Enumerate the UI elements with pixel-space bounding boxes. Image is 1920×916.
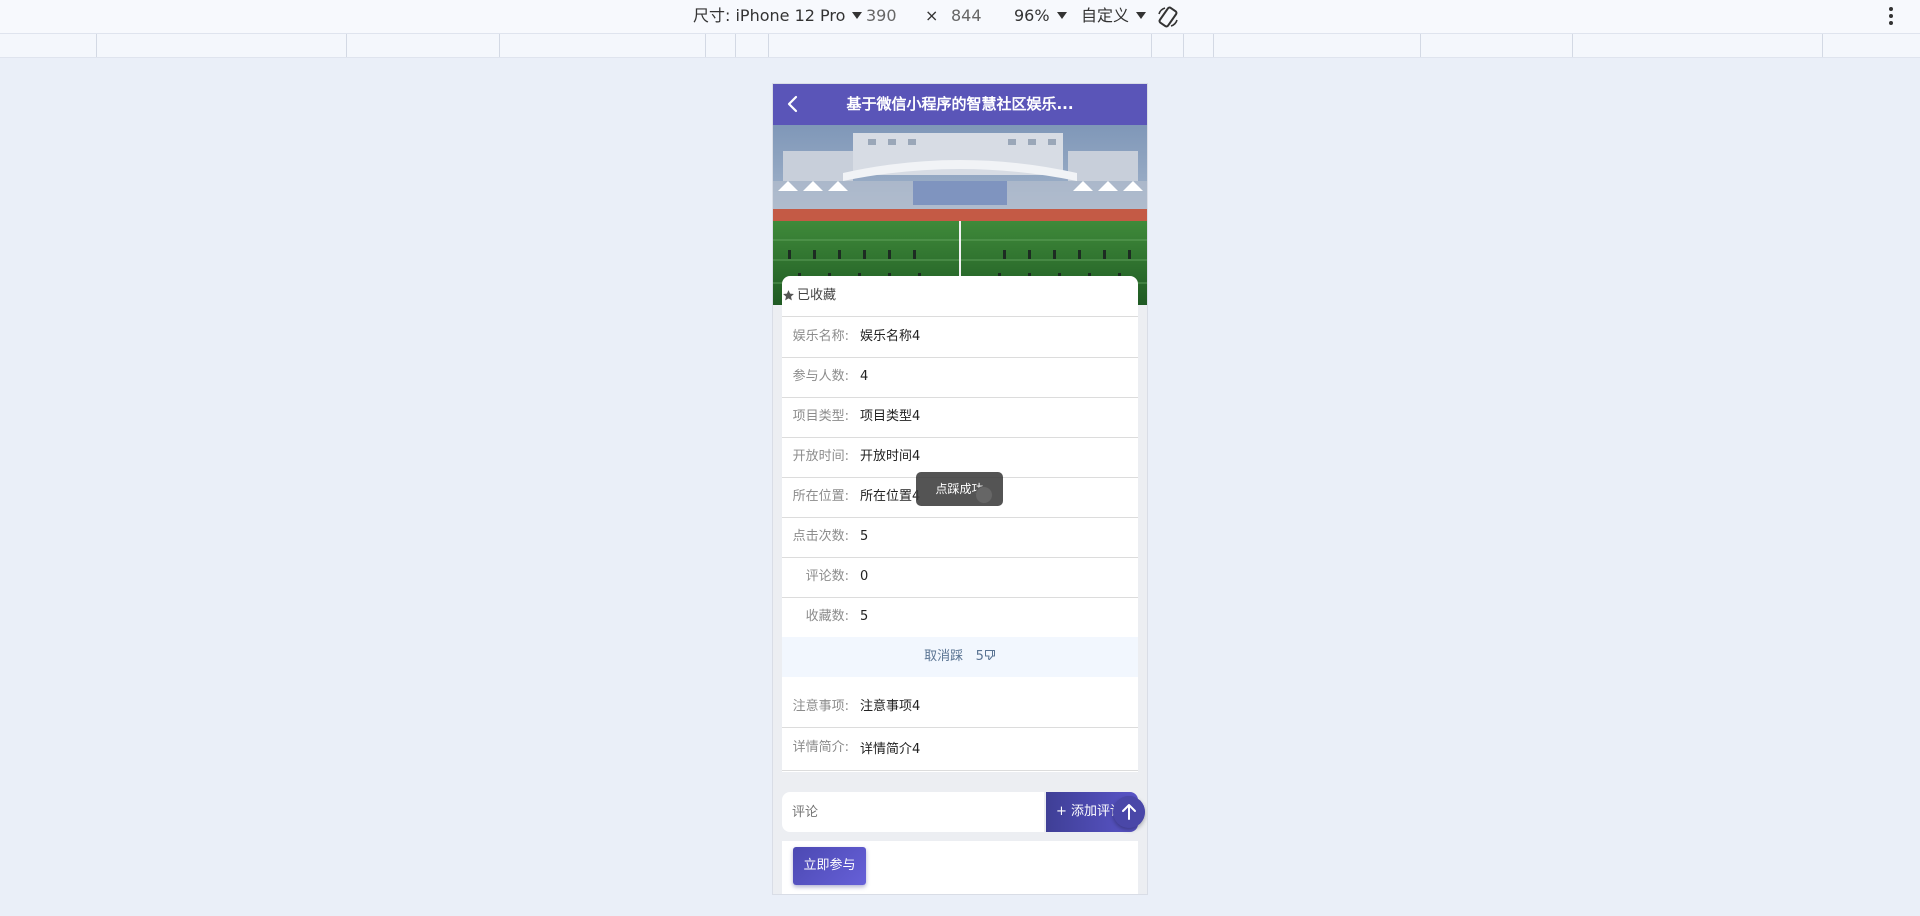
favorite-label: 已收藏	[797, 288, 837, 303]
device-select[interactable]: 尺寸: iPhone 12 Pro	[693, 6, 863, 26]
devtools-toolbar: 尺寸: iPhone 12 Pro 390 × 844 96% 自定义	[0, 0, 1920, 34]
star-icon	[783, 290, 794, 301]
field-value: 项目类型4	[860, 409, 921, 424]
field-label: 娱乐名称:	[792, 329, 849, 344]
field-value: 开放时间4	[860, 449, 921, 464]
detail-card: 已收藏 娱乐名称: 娱乐名称4 参与人数: 4 项目类型: 项目类型4 开放时间…	[782, 276, 1138, 772]
field-row-clicks: 点击次数: 5	[782, 517, 1138, 558]
devtools-ruler	[0, 34, 1920, 58]
chevron-down-icon	[1056, 12, 1067, 19]
field-label: 注意事项:	[792, 699, 849, 714]
unlike-label: 取消踩	[924, 649, 964, 664]
field-label: 详情简介:	[792, 740, 849, 755]
comment-bar: + 添加评论	[782, 792, 1138, 832]
rotate-icon[interactable]	[1156, 5, 1180, 29]
field-label: 开放时间:	[792, 449, 849, 464]
back-arrow-icon[interactable]	[783, 94, 803, 114]
field-label: 参与人数:	[792, 369, 849, 384]
field-row-comments: 评论数: 0	[782, 557, 1138, 598]
comment-input[interactable]	[782, 792, 1044, 832]
field-value: 注意事项4	[860, 699, 921, 714]
nav-bar: 基于微信小程序的智慧社区娱乐...	[773, 84, 1147, 125]
field-value: 所在位置4	[860, 489, 921, 504]
field-value: 0	[860, 569, 869, 584]
phone-viewport: 基于微信小程序的智慧社区娱乐... 已收藏 娱乐名称: 娱乐名称4 参与人数: …	[773, 84, 1147, 894]
field-label: 点击次数:	[792, 529, 849, 544]
scroll-to-top-icon[interactable]	[1113, 796, 1145, 828]
page-title: 基于微信小程序的智慧社区娱乐...	[846, 95, 1074, 113]
field-value: 详情简介4	[860, 742, 921, 757]
throttle-select[interactable]: 自定义	[1081, 6, 1147, 26]
field-label: 所在位置:	[792, 489, 849, 504]
zoom-label: 96%	[1014, 6, 1050, 25]
throttle-label: 自定义	[1081, 6, 1130, 25]
thumbs-down-icon	[984, 650, 995, 660]
times-symbol: ×	[925, 6, 939, 25]
field-label: 评论数:	[805, 569, 849, 584]
unlike-button[interactable]: 取消踩 5	[782, 637, 1138, 677]
chevron-down-icon	[852, 12, 863, 19]
bottom-action-bar: 立即参与	[782, 841, 1138, 894]
field-row-name: 娱乐名称: 娱乐名称4	[782, 317, 1138, 358]
width-input[interactable]: 390	[866, 6, 897, 26]
field-row-participants: 参与人数: 4	[782, 357, 1138, 398]
field-value: 5	[860, 529, 869, 544]
field-value: 5	[860, 609, 869, 624]
favorite-toggle[interactable]: 已收藏	[782, 276, 1138, 317]
field-value: 4	[860, 369, 869, 384]
zoom-select[interactable]: 96%	[1014, 6, 1067, 26]
field-row-intro: 详情简介: 详情简介4	[782, 728, 1138, 771]
dislike-count: 5	[975, 649, 984, 664]
cursor-indicator	[975, 486, 993, 504]
field-row-type: 项目类型: 项目类型4	[782, 397, 1138, 438]
field-label: 项目类型:	[792, 409, 849, 424]
more-options-icon[interactable]	[1888, 6, 1894, 26]
field-label: 收藏数:	[805, 609, 849, 624]
height-input[interactable]: 844	[951, 6, 982, 26]
chevron-down-icon	[1136, 12, 1147, 19]
field-value: 娱乐名称4	[860, 329, 921, 344]
field-row-favorites: 收藏数: 5	[782, 597, 1138, 638]
device-size-label: 尺寸: iPhone 12 Pro	[693, 6, 846, 25]
field-row-notes: 注意事项: 注意事项4	[782, 687, 1138, 728]
join-now-button[interactable]: 立即参与	[793, 847, 866, 885]
